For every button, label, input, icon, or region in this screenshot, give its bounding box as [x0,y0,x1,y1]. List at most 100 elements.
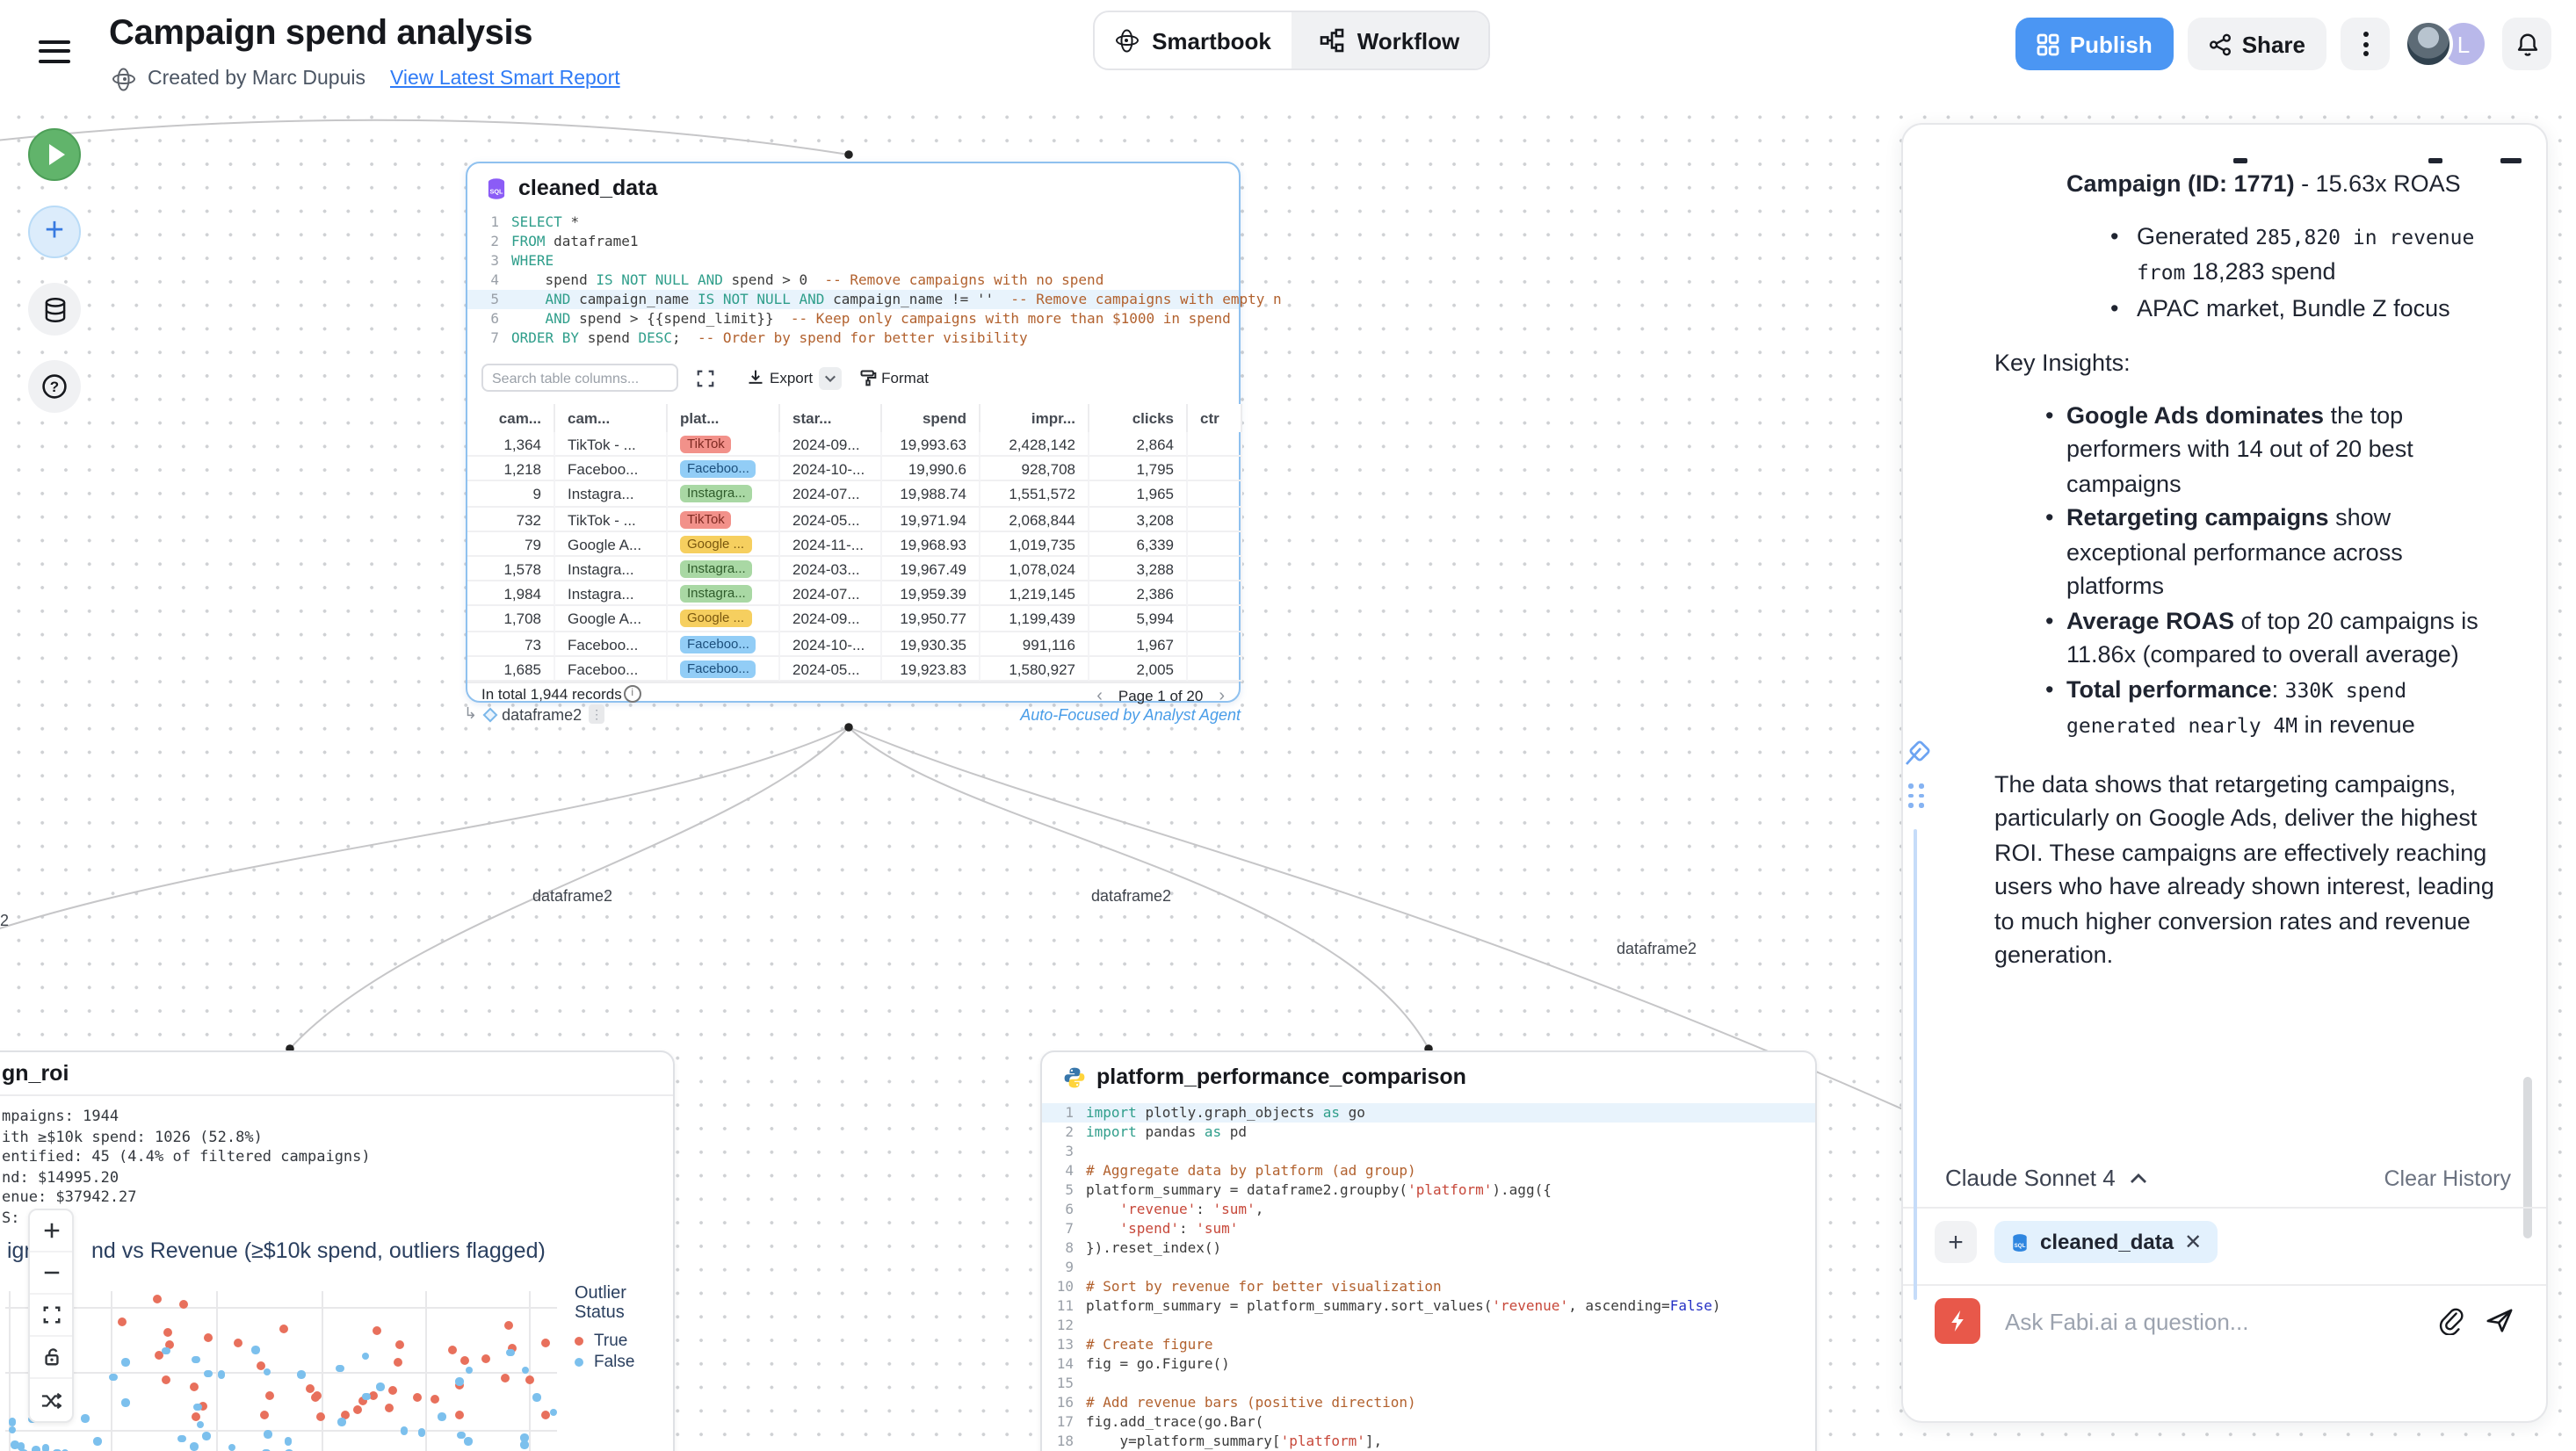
zoom-out-button[interactable] [30,1252,72,1295]
table-cell[interactable]: 5,994 [1089,607,1188,632]
add-context-button[interactable]: + [1935,1221,1977,1263]
code-line[interactable]: 15 [1042,1374,1815,1393]
table-cell[interactable]: 2024-07... [780,482,882,507]
format-button[interactable]: Format [858,369,929,386]
table-cell[interactable]: TikTok - ... [555,507,668,531]
column-header[interactable]: ctr [1188,404,1242,432]
table-cell[interactable]: 2024-05... [780,507,882,531]
next-page-button[interactable]: › [1219,687,1225,706]
table-cell[interactable]: 1,984 [467,581,555,606]
table-cell[interactable]: 2024-05... [780,656,882,681]
legend-item-false[interactable]: False [575,1351,673,1372]
table-cell[interactable]: 2024-10-... [780,632,882,656]
table-cell[interactable]: 2,386 [1089,581,1188,606]
code-line[interactable]: 17fig.add_trace(go.Bar( [1042,1412,1815,1432]
table-cell[interactable]: Faceboo... [555,457,668,481]
table-cell[interactable] [1188,581,1242,606]
output-dataframe-label[interactable]: dataframe2 [502,705,582,723]
table-cell[interactable]: TikTok - ... [555,432,668,457]
table-cell[interactable] [1188,557,1242,581]
shuffle-button[interactable] [30,1379,72,1421]
table-cell[interactable]: TikTok [668,432,780,457]
python-editor[interactable]: 1import plotly.graph_objects as go2impor… [1042,1103,1815,1451]
table-cell[interactable] [1188,632,1242,656]
node-cleaned-data[interactable]: SQL cleaned_data 1SELECT *2FROM datafram… [466,162,1241,703]
pin-panel-icon[interactable] [1903,740,1931,776]
table-cell[interactable]: 1,219,145 [980,581,1089,606]
table-cell[interactable]: 2024-10-... [780,457,882,481]
code-line[interactable]: 4# Aggregate data by platform (ad group) [1042,1161,1815,1180]
code-line[interactable]: 14fig = go.Figure() [1042,1354,1815,1374]
table-cell[interactable]: 79 [467,532,555,557]
node-campaign-roi[interactable]: gn_roi mpaigns: 1944ith ≥$10k spend: 102… [0,1050,675,1451]
table-cell[interactable]: 19,923.83 [882,656,980,681]
help-button[interactable]: ? [28,360,81,413]
table-cell[interactable]: 3,208 [1089,507,1188,531]
column-header[interactable]: plat... [668,404,780,432]
table-cell[interactable]: Instagra... [668,482,780,507]
share-button[interactable]: Share [2188,18,2326,70]
code-line[interactable]: 5platform_summary = dataframe2.groupby('… [1042,1180,1815,1200]
table-cell[interactable]: Instagra... [555,482,668,507]
code-line[interactable]: 8}).reset_index() [1042,1238,1815,1258]
code-line[interactable]: 6 'revenue': 'sum', [1042,1200,1815,1219]
code-line[interactable]: 10# Sort by revenue for better visualiza… [1042,1277,1815,1296]
column-header[interactable]: cam... [555,404,668,432]
clear-history-button[interactable]: Clear History [2384,1166,2512,1190]
legend-item-true[interactable]: True [575,1330,673,1351]
column-header[interactable]: star... [780,404,882,432]
table-cell[interactable]: 1,795 [1089,457,1188,481]
table-cell[interactable]: 2024-03... [780,557,882,581]
table-cell[interactable]: 19,967.49 [882,557,980,581]
table-cell[interactable]: Instagra... [555,581,668,606]
info-icon[interactable]: i [624,686,641,704]
table-cell[interactable] [1188,656,1242,681]
code-line[interactable]: 2import pandas as pd [1042,1123,1815,1142]
context-chip-cleaned-data[interactable]: SQL cleaned_data ✕ [1994,1221,2218,1263]
table-cell[interactable]: 1,965 [1089,482,1188,507]
code-line[interactable]: 7 'spend': 'sum' [1042,1219,1815,1238]
table-cell[interactable]: 1,019,735 [980,532,1089,557]
export-dropdown-chevron[interactable] [818,366,841,389]
tab-smartbook[interactable]: Smartbook [1095,12,1292,69]
table-cell[interactable]: Faceboo... [555,656,668,681]
column-header[interactable]: cam... [467,404,555,432]
panel-drag-handle-icon[interactable] [1908,783,1924,807]
table-cell[interactable]: 19,959.39 [882,581,980,606]
table-cell[interactable]: 2,864 [1089,432,1188,457]
table-cell[interactable]: TikTok [668,507,780,531]
code-line[interactable]: 6 AND spend > {{spend_limit}} -- Keep on… [467,309,1239,328]
table-cell[interactable]: 1,578 [467,557,555,581]
attach-file-button[interactable] [2437,1307,2464,1335]
chat-input[interactable] [2001,1306,2416,1336]
table-cell[interactable]: Google A... [555,532,668,557]
send-button[interactable] [2485,1307,2514,1335]
code-line[interactable]: 1import plotly.graph_objects as go [1042,1103,1815,1123]
zoom-in-button[interactable] [30,1210,72,1252]
column-header[interactable]: spend [882,404,980,432]
table-cell[interactable]: 19,988.74 [882,482,980,507]
code-line[interactable]: 7ORDER BY spend DESC; -- Order by spend … [467,328,1239,348]
table-cell[interactable]: 1,078,024 [980,557,1089,581]
table-cell[interactable]: 73 [467,632,555,656]
table-cell[interactable]: 3,288 [1089,557,1188,581]
code-line[interactable]: 3WHERE [467,251,1239,271]
view-latest-smart-report-link[interactable]: View Latest Smart Report [390,69,620,90]
tab-workflow[interactable]: Workflow [1292,12,1488,69]
code-line[interactable]: 11platform_summary = platform_summary.so… [1042,1296,1815,1316]
table-cell[interactable]: 2024-07... [780,581,882,606]
search-table-columns-input[interactable] [481,364,678,392]
table-cell[interactable]: 1,218 [467,457,555,481]
autoscale-button[interactable] [30,1295,72,1337]
output-drag-handle[interactable]: ⋮ [589,704,604,724]
table-cell[interactable]: 1,580,927 [980,656,1089,681]
model-selector[interactable]: Claude Sonnet 4 [1945,1165,2147,1191]
table-cell[interactable]: 19,950.77 [882,607,980,632]
table-cell[interactable]: 2024-11-... [780,532,882,557]
table-cell[interactable]: Instagra... [555,557,668,581]
table-cell[interactable] [1188,432,1242,457]
table-cell[interactable] [1188,607,1242,632]
prev-page-button[interactable]: ‹ [1096,687,1103,706]
table-cell[interactable] [1188,532,1242,557]
sql-editor[interactable]: 1SELECT *2FROM dataframe13WHERE4 spend I… [467,213,1239,348]
